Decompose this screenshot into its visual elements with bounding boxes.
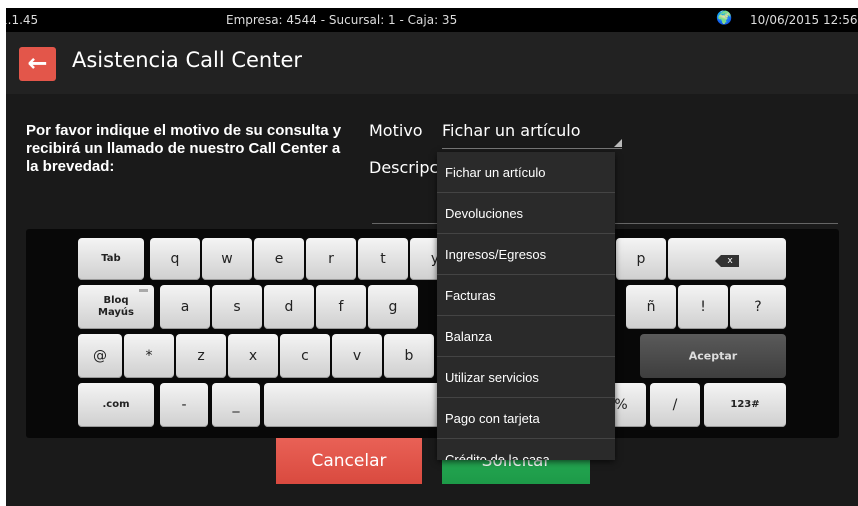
key-g[interactable]: g (368, 285, 418, 329)
key-slash[interactable]: / (650, 383, 700, 427)
on-screen-keyboard: Tab q w e r t y p x Bloq Mayús a s d f g… (26, 229, 839, 438)
key-e[interactable]: e (254, 238, 304, 280)
key-c[interactable]: c (280, 334, 330, 378)
key-caps-lock[interactable]: Bloq Mayús (78, 285, 154, 329)
key-q[interactable]: q (150, 238, 200, 280)
key-dotcom[interactable]: .com (78, 383, 154, 427)
key-exclamation[interactable]: ! (678, 285, 728, 329)
dropdown-option[interactable]: Ingresos/Egresos (437, 234, 615, 275)
key-s[interactable]: s (212, 285, 262, 329)
key-x[interactable]: x (228, 334, 278, 378)
key-question[interactable]: ? (730, 285, 786, 329)
key-r[interactable]: r (306, 238, 356, 280)
motivo-label: Motivo (369, 121, 423, 140)
dropdown-option[interactable]: Facturas (437, 275, 615, 316)
back-button[interactable]: ← (19, 47, 56, 81)
key-space[interactable] (264, 383, 464, 427)
key-numeric[interactable]: 123# (704, 383, 786, 427)
key-backspace[interactable]: x (668, 238, 786, 280)
dropdown-option[interactable]: Pago con tarjeta (437, 398, 615, 439)
page-title: Asistencia Call Center (72, 48, 303, 72)
key-d[interactable]: d (264, 285, 314, 329)
cancel-button[interactable]: Cancelar (276, 438, 422, 484)
key-f[interactable]: f (316, 285, 366, 329)
screen: 1.1.45 Empresa: 4544 - Sucursal: 1 - Caj… (6, 8, 858, 506)
key-at[interactable]: @ (78, 334, 122, 378)
dropdown-option[interactable]: Crédito de la casa (437, 439, 615, 460)
title-bar: ← Asistencia Call Center (6, 32, 858, 94)
dropdown-option[interactable]: Devoluciones (437, 193, 615, 234)
key-z[interactable]: z (176, 334, 226, 378)
motivo-dropdown-list: Fichar un artículo Devoluciones Ingresos… (437, 152, 615, 460)
backspace-icon: x (715, 255, 739, 267)
dropdown-option[interactable]: Utilizar servicios (437, 357, 615, 398)
key-enye[interactable]: ñ (626, 285, 676, 329)
key-a[interactable]: a (160, 285, 210, 329)
key-dash[interactable]: - (160, 383, 208, 427)
motivo-select[interactable]: Fichar un artículo (442, 121, 581, 140)
key-tab[interactable]: Tab (78, 238, 144, 280)
dropdown-arrow-icon[interactable] (614, 139, 622, 147)
key-asterisk[interactable]: * (124, 334, 174, 378)
caps-indicator (139, 289, 148, 292)
key-p[interactable]: p (616, 238, 666, 280)
status-bar: 1.1.45 Empresa: 4544 - Sucursal: 1 - Caj… (6, 8, 858, 32)
datetime: 10/06/2015 12:56 (750, 13, 858, 27)
globe-icon: 🌍 (716, 11, 733, 26)
key-v[interactable]: v (332, 334, 382, 378)
instruction-text: Por favor indique el motivo de su consul… (26, 122, 342, 175)
dropdown-option[interactable]: Balanza (437, 316, 615, 357)
company-info: Empresa: 4544 - Sucursal: 1 - Caja: 35 (226, 13, 458, 27)
dropdown-option[interactable]: Fichar un artículo (437, 152, 615, 193)
motivo-underline (442, 148, 622, 149)
key-w[interactable]: w (202, 238, 252, 280)
key-underscore[interactable]: _ (212, 383, 260, 427)
arrow-left-icon: ← (27, 49, 48, 77)
key-t[interactable]: t (358, 238, 408, 280)
version-label: 1.1.45 (6, 13, 39, 27)
key-b[interactable]: b (384, 334, 434, 378)
key-accept[interactable]: Aceptar (640, 334, 786, 378)
